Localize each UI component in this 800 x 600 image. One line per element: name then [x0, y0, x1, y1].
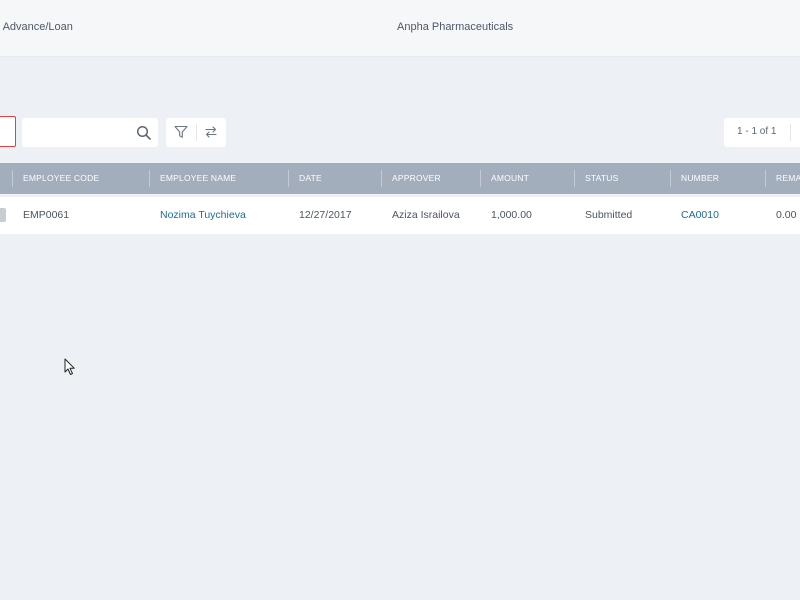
column-divider	[574, 170, 575, 187]
column-divider	[480, 170, 481, 187]
cell-approver: Aziza Israilova	[392, 209, 460, 221]
swap-button[interactable]	[196, 118, 226, 147]
top-header: n Advance/Loan Anpha Pharmaceuticals	[0, 0, 800, 57]
column-header-remaining[interactable]: REMA	[776, 163, 800, 194]
mouse-pointer-icon	[64, 358, 75, 375]
cell-employee-code: EMP0061	[23, 209, 70, 221]
cell-date: 12/27/2017	[299, 209, 352, 221]
column-header-number[interactable]: NUMBER	[681, 163, 719, 194]
pagination: 1 - 1 of 1	[724, 118, 800, 147]
search-box[interactable]	[22, 118, 158, 147]
filter-icon	[174, 125, 188, 138]
search-icon[interactable]	[136, 125, 152, 141]
cell-number-link[interactable]: CA0010	[681, 197, 719, 234]
table-header: EMPLOYEE CODE EMPLOYEE NAME DATE APPROVE…	[0, 163, 800, 194]
cell-employee-name-link[interactable]: Nozima Tuychieva	[160, 197, 246, 234]
column-header-status[interactable]: STATUS	[585, 163, 618, 194]
column-divider	[149, 170, 150, 187]
breadcrumb[interactable]: n Advance/Loan	[0, 21, 73, 33]
pagination-text: 1 - 1 of 1	[737, 126, 777, 137]
page: n Advance/Loan Anpha Pharmaceuticals 1 -…	[0, 0, 800, 600]
column-divider	[12, 170, 13, 187]
column-header-amount[interactable]: AMOUNT	[491, 163, 529, 194]
column-divider	[381, 170, 382, 187]
column-header-date[interactable]: DATE	[299, 163, 322, 194]
column-divider	[765, 170, 766, 187]
filter-button[interactable]	[166, 118, 196, 147]
pagination-divider	[790, 124, 791, 141]
column-header-employee-code[interactable]: EMPLOYEE CODE	[23, 163, 99, 194]
search-input[interactable]	[28, 122, 128, 142]
cell-status: Submitted	[585, 209, 633, 221]
column-divider	[670, 170, 671, 187]
highlighted-control[interactable]	[0, 116, 16, 147]
cell-remaining: 0.00	[776, 209, 797, 221]
table-row[interactable]: EMP0061 Nozima Tuychieva 12/27/2017 Aziz…	[0, 197, 800, 234]
swap-arrows-icon	[205, 126, 217, 138]
row-checkbox[interactable]	[0, 208, 6, 222]
column-header-employee-name[interactable]: EMPLOYEE NAME	[160, 163, 236, 194]
column-header-approver[interactable]: APPROVER	[392, 163, 441, 194]
column-divider	[288, 170, 289, 187]
cell-amount: 1,000.00	[491, 209, 532, 221]
company-name: Anpha Pharmaceuticals	[397, 21, 514, 33]
filter-toolbar	[166, 118, 226, 147]
